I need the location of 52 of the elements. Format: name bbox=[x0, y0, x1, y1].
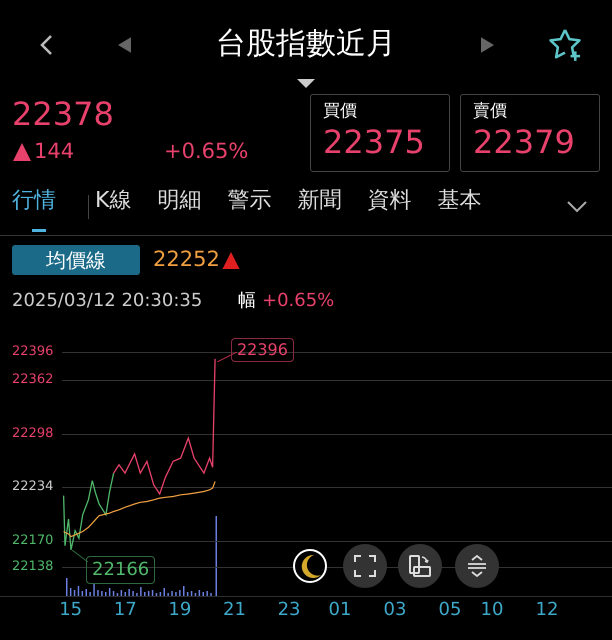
quote-label: 買價 bbox=[323, 100, 358, 123]
next-icon[interactable] bbox=[481, 37, 494, 53]
change-percent: +0.65% bbox=[164, 138, 248, 165]
y-axis-label: 22396 bbox=[12, 344, 54, 360]
amplitude-label: 幅 bbox=[238, 288, 256, 312]
x-axis-label: 21 bbox=[222, 599, 247, 621]
y-axis-label: 22170 bbox=[12, 532, 54, 549]
night-mode-button[interactable] bbox=[293, 549, 327, 583]
y-axis-label: 22138 bbox=[12, 559, 54, 576]
rotate-button[interactable] bbox=[398, 544, 442, 588]
leader-line bbox=[217, 352, 237, 362]
x-axis-label: 01 bbox=[328, 599, 352, 621]
fullscreen-button[interactable] bbox=[343, 544, 387, 588]
high-marker: 22396 bbox=[231, 338, 294, 362]
tab[interactable]: 明細 bbox=[157, 182, 202, 232]
y-axis-label: 22298 bbox=[12, 426, 54, 442]
leader-line bbox=[72, 550, 88, 562]
y-axis-label: 22362 bbox=[12, 372, 54, 388]
x-axis-label: 05 bbox=[438, 599, 462, 621]
timestamp: 2025/03/12 20:30:35 bbox=[12, 288, 204, 312]
quote-value: 22379 bbox=[473, 123, 576, 161]
window-title: 台股指數近月 bbox=[215, 25, 397, 63]
tab[interactable]: 基本 bbox=[437, 182, 482, 232]
x-axis-label: 19 bbox=[167, 599, 192, 621]
x-axis-label: 12 bbox=[534, 599, 560, 621]
tab[interactable]: 新聞 bbox=[297, 182, 342, 232]
dropdown-icon[interactable] bbox=[297, 79, 315, 88]
fullscreen-icon bbox=[353, 554, 377, 578]
expand-vertical-icon bbox=[465, 554, 489, 578]
x-axis-label: 10 bbox=[480, 599, 504, 621]
average-line-button[interactable]: 均價線 bbox=[12, 245, 140, 275]
tab[interactable]: 行情 bbox=[12, 182, 56, 232]
tab[interactable]: 資料 bbox=[367, 182, 412, 232]
x-axis-label: 17 bbox=[112, 599, 138, 621]
quote-value: 22375 bbox=[323, 123, 426, 161]
low-marker: 22166 bbox=[86, 556, 156, 584]
chevron-down-icon[interactable] bbox=[566, 200, 588, 213]
moon-icon bbox=[300, 554, 320, 578]
expand-button[interactable] bbox=[455, 544, 499, 588]
x-axis-label: 03 bbox=[382, 599, 408, 621]
x-axis-label: 15 bbox=[58, 599, 84, 621]
quote-label: 賣價 bbox=[473, 100, 508, 123]
amplitude-value: +0.65% bbox=[262, 288, 334, 312]
tab[interactable]: 警示 bbox=[227, 182, 272, 232]
price-change: 144 bbox=[34, 138, 76, 165]
last-price: 22378 bbox=[12, 94, 115, 134]
average-value: 22252 bbox=[153, 246, 220, 274]
rotate-screen-icon bbox=[407, 553, 433, 579]
y-axis-label: 22234 bbox=[12, 479, 54, 496]
tab[interactable]: K線 bbox=[95, 182, 132, 232]
x-axis-label: 23 bbox=[276, 599, 302, 621]
previous-icon[interactable] bbox=[118, 37, 131, 53]
